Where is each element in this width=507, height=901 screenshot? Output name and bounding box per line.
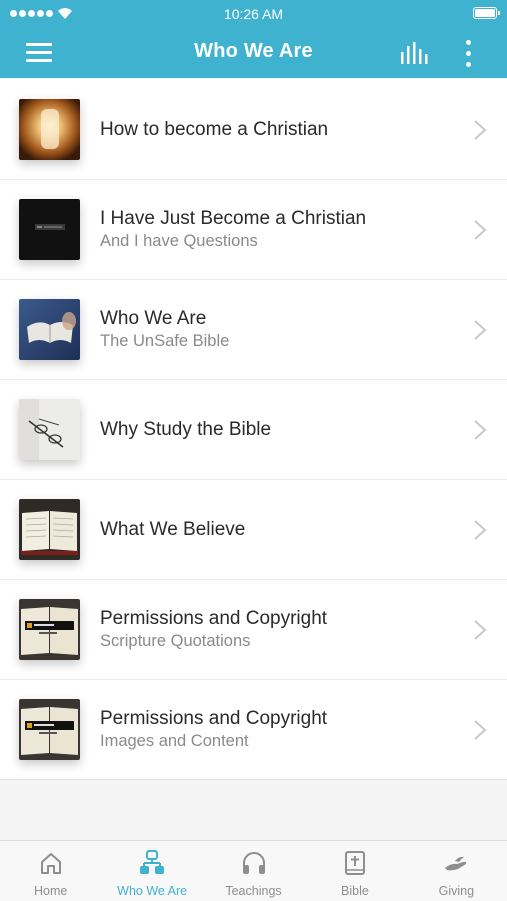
house-icon: [40, 853, 61, 874]
item-title: How to become a Christian: [100, 118, 329, 140]
tab-giving[interactable]: Giving: [406, 841, 507, 901]
chevron-right-icon: [474, 420, 487, 440]
tab-label: Bible: [341, 884, 369, 898]
item-title: Why Study the Bible: [100, 418, 272, 440]
dark-logo-image: [19, 199, 80, 260]
unsafe-bible-book-image: [19, 599, 80, 660]
list-item[interactable]: Who We Are The UnSafe Bible: [0, 279, 507, 379]
tab-label: Teachings: [225, 884, 282, 898]
open-bible-image: [19, 499, 80, 560]
list-item[interactable]: I Have Just Become a Christian And I hav…: [0, 179, 507, 279]
giving-hand-icon: [445, 856, 467, 871]
tab-label: Giving: [438, 884, 475, 898]
list-item[interactable]: Permissions and Copyright Images and Con…: [0, 679, 507, 780]
content-list: How to become a Christian I Have Just Be…: [0, 79, 507, 780]
item-title: Permissions and Copyright: [100, 707, 328, 729]
item-title: I Have Just Become a Christian: [100, 207, 367, 229]
page-title: Who We Are: [194, 40, 313, 62]
more-vertical-icon[interactable]: [456, 38, 480, 70]
item-title: Permissions and Copyright: [100, 607, 328, 629]
tunnel-light-image: [19, 99, 80, 160]
bible-cross-icon: [344, 851, 365, 875]
open-bible-hands-image: [19, 299, 80, 360]
battery-icon: [473, 7, 500, 19]
chevron-right-icon: [474, 520, 487, 540]
status-bar: 10:26 AM: [0, 0, 507, 28]
tab-bible[interactable]: Bible: [304, 841, 405, 901]
tab-who-we-are[interactable]: Who We Are: [101, 841, 202, 901]
chevron-right-icon: [474, 720, 487, 740]
chevron-right-icon: [474, 620, 487, 640]
people-network-icon: [140, 850, 165, 874]
list-item[interactable]: What We Believe: [0, 479, 507, 579]
item-title: Who We Are: [100, 307, 207, 329]
audio-bars-icon[interactable]: [397, 40, 431, 68]
tab-home[interactable]: Home: [0, 841, 101, 901]
item-subtitle: And I have Questions: [100, 231, 258, 250]
item-subtitle: Scripture Quotations: [100, 631, 251, 650]
glasses-on-page-image: [19, 399, 80, 460]
item-title: What We Believe: [100, 518, 246, 540]
chevron-right-icon: [474, 120, 487, 140]
status-time: 10:26 AM: [223, 6, 284, 22]
tab-teachings[interactable]: Teachings: [203, 841, 304, 901]
item-subtitle: Images and Content: [100, 731, 249, 750]
chevron-right-icon: [474, 220, 487, 240]
tab-bar: Home Who We Are Teachings Bible Giving: [0, 840, 507, 901]
unsafe-bible-book-image: [19, 699, 80, 760]
nav-bar: Who We Are: [0, 28, 507, 78]
tab-label: Home: [34, 884, 68, 898]
list-item[interactable]: Why Study the Bible: [0, 379, 507, 479]
list-item[interactable]: Permissions and Copyright Scripture Quot…: [0, 579, 507, 679]
headphones-icon: [242, 852, 265, 874]
tab-label: Who We Are: [117, 884, 188, 898]
hamburger-menu-icon[interactable]: [20, 40, 58, 66]
item-subtitle: The UnSafe Bible: [100, 331, 230, 350]
list-item[interactable]: How to become a Christian: [0, 79, 507, 179]
chevron-right-icon: [474, 320, 487, 340]
